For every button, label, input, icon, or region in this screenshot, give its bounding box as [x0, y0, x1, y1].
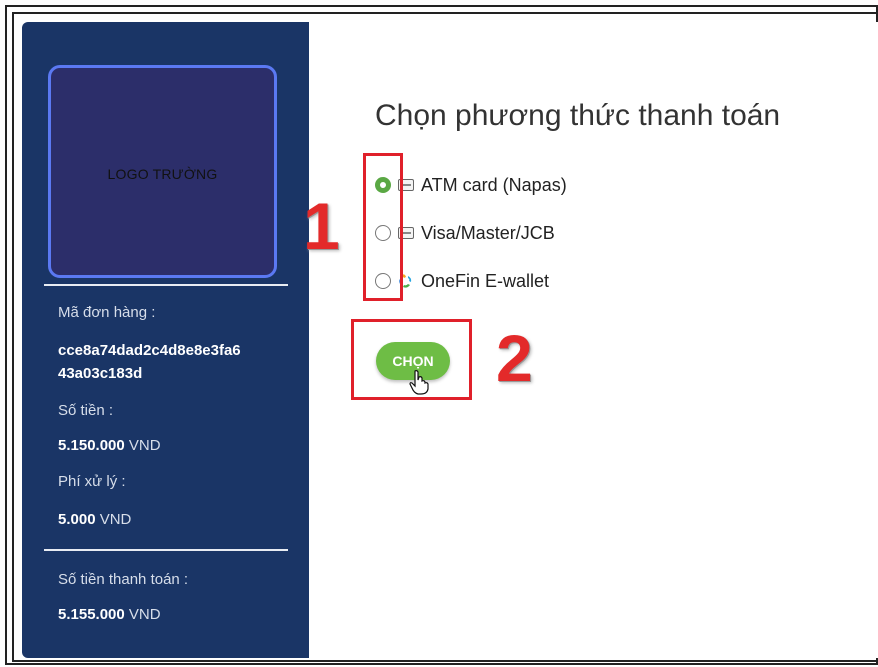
order-id-value-line2: 43a03c183d [58, 365, 143, 382]
currency-unit: VND [128, 437, 161, 454]
order-sidebar: LOGO TRƯỜNG Mã đơn hàng : cce8a74dad2c4d… [22, 22, 309, 658]
option-label-atm: ATM card (Napas) [421, 174, 567, 195]
fee-value: 5.000 VND [58, 511, 132, 528]
annotation-box-options [363, 153, 403, 301]
total-label: Số tiền thanh toán : [58, 571, 189, 588]
annotation-box-button [351, 319, 472, 400]
fee-label: Phí xử lý : [58, 473, 126, 490]
annotation-number-2: 2 [496, 321, 533, 395]
amount-label: Số tiền : [58, 402, 114, 419]
logo-text: LOGO TRƯỜNG [107, 166, 218, 182]
payment-option-atm[interactable]: ATM card (Napas) [375, 173, 567, 197]
currency-unit: VND [99, 511, 132, 528]
school-logo-placeholder: LOGO TRƯỜNG [48, 65, 277, 278]
annotation-number-1: 1 [303, 189, 340, 263]
sidebar-divider [44, 284, 288, 286]
order-id-label: Mã đơn hàng : [58, 304, 156, 321]
amount-value: 5.150.000 VND [58, 437, 161, 454]
order-id-value-line1: cce8a74dad2c4d8e8e3fa6 [58, 342, 241, 359]
total-value: 5.155.000 VND [58, 606, 161, 623]
option-label-onefin: OneFin E-wallet [421, 270, 550, 291]
option-label-visa: Visa/Master/JCB [421, 222, 555, 243]
sidebar-divider [44, 549, 288, 551]
currency-unit: VND [128, 606, 161, 623]
page-title: Chọn phương thức thanh toán [375, 99, 781, 132]
